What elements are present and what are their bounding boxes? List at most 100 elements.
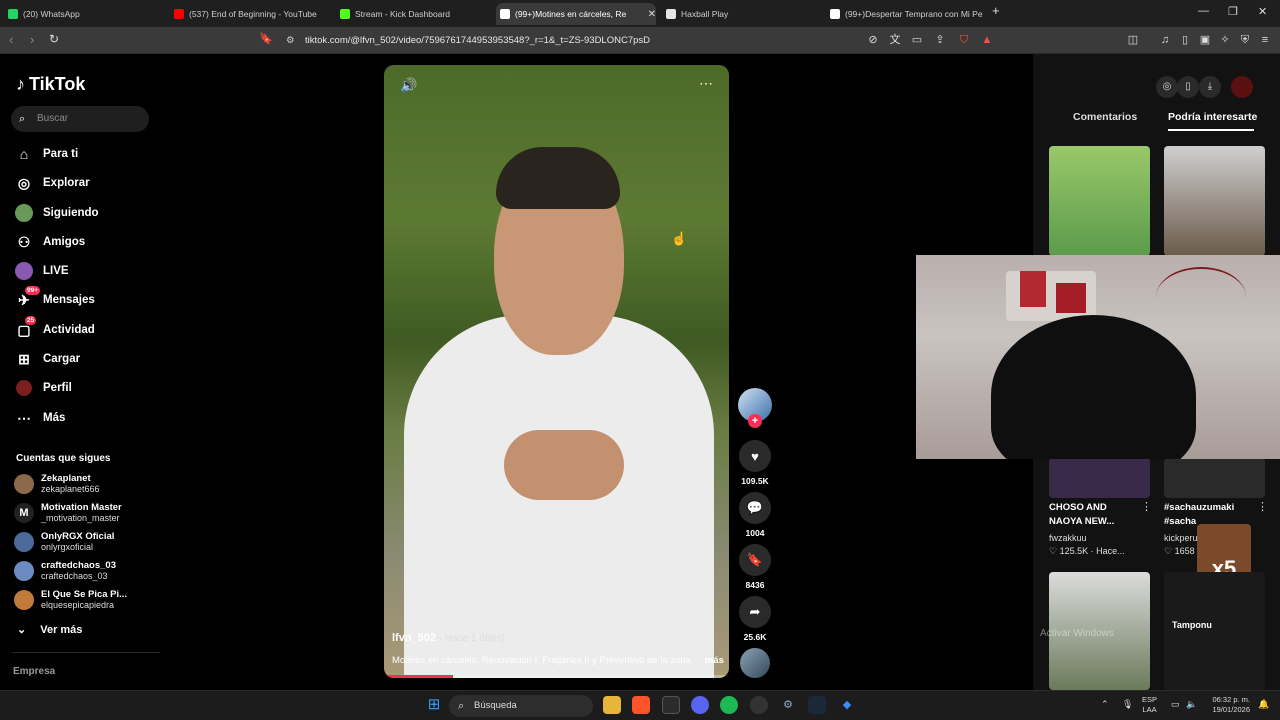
cast-icon[interactable]: ▭ <box>910 33 924 47</box>
maximize-icon[interactable]: ❐ <box>1228 5 1238 18</box>
video-thumbnail[interactable] <box>1049 146 1150 256</box>
tab-kick[interactable]: Stream - Kick Dashboard <box>336 3 496 25</box>
phone-icon[interactable]: ▯ <box>1177 76 1199 98</box>
store-icon[interactable] <box>662 696 680 714</box>
video-title[interactable]: CHOSO AND NAOYA NEW... <box>1049 501 1141 529</box>
like-button[interactable]: ♥ <box>739 440 771 472</box>
windows-start-icon[interactable]: ⊞ <box>425 696 443 714</box>
expand-description-button[interactable]: más <box>705 655 724 666</box>
video-thumbnail[interactable] <box>1164 458 1265 498</box>
music-icon[interactable]: ♫ <box>1158 33 1172 47</box>
file-explorer-icon[interactable] <box>603 696 621 714</box>
explore-icon[interactable]: ◎ <box>1156 76 1178 98</box>
account-name: OnlyRGX Oficial <box>41 531 115 542</box>
video-thumbnail[interactable]: Tamponu <box>1164 572 1265 690</box>
tiktok-note-icon: ♪ <box>16 74 25 94</box>
taskbar-search[interactable]: ⌕ Búsqueda <box>449 695 593 717</box>
tab-might-interest[interactable]: Podría interesarte <box>1168 111 1257 123</box>
followed-account[interactable]: OnlyRGX Oficial onlyrgxoficial <box>14 528 114 556</box>
no-tracking-icon[interactable]: ⊘ <box>866 33 880 47</box>
discord-icon[interactable] <box>691 696 709 714</box>
volume-icon[interactable]: 🔊 <box>400 77 417 94</box>
sidebar-toggle-icon[interactable]: ◫ <box>1126 33 1140 47</box>
search-input[interactable]: ⌕ Buscar <box>11 106 149 132</box>
steam-icon[interactable] <box>808 696 826 714</box>
new-tab-button[interactable]: + <box>992 3 1000 18</box>
tiktok-logo[interactable]: ♪ TikTok <box>16 74 85 95</box>
close-tab-icon[interactable]: ✕ <box>648 9 656 20</box>
nav-live[interactable]: LIVE <box>14 259 69 283</box>
tab-whatsapp[interactable]: (20) WhatsApp <box>4 3 164 25</box>
tab-youtube[interactable]: (537) End of Beginning - YouTube <box>170 3 330 25</box>
download-icon[interactable]: ⤓ <box>1199 76 1221 98</box>
video-player[interactable]: 🔊 ⋯ lfvn_502 · Hace 1 día(s) Motines en … <box>384 65 729 678</box>
microphone-icon[interactable]: 🎙 <box>1122 699 1133 710</box>
share-button[interactable]: ➦ <box>739 596 771 628</box>
leo-icon[interactable]: ✧ <box>1218 33 1232 47</box>
see-more-button[interactable]: ⌄ Ver más <box>17 623 82 637</box>
language-indicator[interactable]: ESP LAA <box>1142 695 1157 715</box>
spotify-icon[interactable] <box>720 696 738 714</box>
nav-amigos[interactable]: ⚇ Amigos <box>14 230 85 254</box>
follow-plus-icon[interactable]: + <box>748 414 762 428</box>
company-link[interactable]: Empresa <box>13 666 55 677</box>
tab-haxball[interactable]: Haxball Play <box>662 3 822 25</box>
video-user[interactable]: fwzakkuu <box>1049 533 1087 543</box>
nav-mas[interactable]: ⋯ Más <box>14 406 65 430</box>
video-more-icon[interactable]: ⋮ <box>1257 500 1268 513</box>
profile-avatar[interactable] <box>1231 76 1253 98</box>
tab-tiktok-active[interactable]: (99+)Motines en cárceles, Re ✕ <box>496 3 656 25</box>
save-button[interactable]: 🔖 <box>739 544 771 576</box>
vpn-icon[interactable]: ⛨ <box>1238 33 1252 47</box>
brave-shield-icon[interactable]: ⛉ <box>957 33 971 47</box>
system-clock[interactable]: 06:32 p. m. 19/01/2026 <box>1204 695 1250 715</box>
webcam-string-lights <box>1156 267 1246 327</box>
video-more-icon[interactable]: ⋮ <box>1141 500 1152 513</box>
activity-icon: ▢ 25 <box>17 316 37 338</box>
tray-chevron-icon[interactable]: ⌃ <box>1101 699 1109 710</box>
video-thumbnail[interactable] <box>1164 146 1265 256</box>
followed-account[interactable]: El Que Se Pica Pi... elquesepicapiedra <box>14 586 127 614</box>
post-time: · Hace 1 día(s) <box>436 633 505 644</box>
brave-browser-icon[interactable] <box>632 696 650 714</box>
translate-icon[interactable]: 文 <box>888 33 902 47</box>
music-disc-icon[interactable] <box>740 648 770 678</box>
notification-icon[interactable]: 🔔 <box>1258 699 1269 710</box>
followed-account[interactable]: M Motivation Master _motivation_master <box>14 499 122 527</box>
nav-siguiendo[interactable]: Siguiendo <box>14 201 99 225</box>
tab-tiktok-2[interactable]: (99+)Despertar Temprano con Mi Pe <box>826 3 986 25</box>
settings-icon[interactable]: ⚙ <box>779 696 797 714</box>
close-window-icon[interactable]: ✕ <box>1258 5 1267 18</box>
video-user[interactable]: kickperu <box>1164 533 1198 543</box>
network-icon[interactable]: ▭ <box>1171 699 1180 710</box>
panel-icon[interactable]: ▯ <box>1178 33 1192 47</box>
video-thumbnail[interactable] <box>1049 458 1150 498</box>
followed-account[interactable]: Zekaplanet zekaplanet666 <box>14 470 100 498</box>
volume-icon[interactable]: 🔈 <box>1186 699 1197 710</box>
more-options-icon[interactable]: ⋯ <box>699 75 713 92</box>
app-diamond-icon[interactable]: ◆ <box>838 696 856 714</box>
share-icon[interactable]: ⇪ <box>933 33 947 47</box>
reload-icon[interactable]: ↻ <box>49 32 59 46</box>
bookmark-icon[interactable]: 🔖 <box>259 32 273 45</box>
nav-actividad[interactable]: ▢ 25 Actividad <box>14 316 95 342</box>
nav-perfil[interactable]: Perfil <box>14 376 72 400</box>
site-info-icon[interactable]: ⚙ <box>286 31 295 50</box>
comment-button[interactable]: 💬 <box>739 492 771 524</box>
video-author[interactable]: lfvn_502 · Hace 1 día(s) <box>392 632 505 644</box>
nav-cargar[interactable]: ⊞ Cargar <box>14 347 80 371</box>
menu-icon[interactable]: ≡ <box>1258 33 1272 47</box>
followed-account[interactable]: craftedchaos_03 craftedchaos_03 <box>14 557 116 585</box>
nav-mensajes[interactable]: ✈ 99+ Mensajes <box>14 286 95 312</box>
video-progress-bar[interactable] <box>384 675 729 678</box>
nav-para-ti[interactable]: ⌂ Para ti <box>14 142 78 166</box>
forward-icon[interactable]: › <box>30 32 34 47</box>
nav-explorar[interactable]: ◎ Explorar <box>14 171 90 195</box>
rewards-icon[interactable]: ▲ <box>980 33 994 47</box>
video-stats: ♡ 125.5K · Hace... <box>1049 546 1125 556</box>
back-icon[interactable]: ‹ <box>9 32 13 47</box>
minimize-icon[interactable]: — <box>1198 5 1209 17</box>
tab-comments[interactable]: Comentarios <box>1073 111 1137 123</box>
app-icon[interactable] <box>750 696 768 714</box>
wallet-icon[interactable]: ▣ <box>1198 33 1212 47</box>
